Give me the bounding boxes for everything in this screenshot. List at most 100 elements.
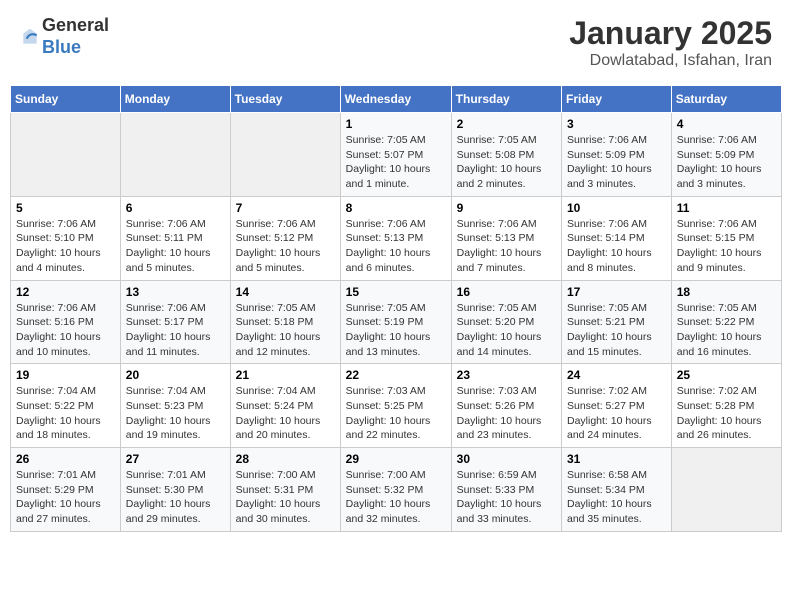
- calendar-title: January 2025: [569, 15, 772, 52]
- calendar-cell: 11Sunrise: 7:06 AM Sunset: 5:15 PM Dayli…: [671, 196, 781, 280]
- day-info: Sunrise: 7:00 AM Sunset: 5:31 PM Dayligh…: [236, 468, 335, 527]
- day-number: 5: [16, 201, 115, 215]
- day-info: Sunrise: 7:06 AM Sunset: 5:11 PM Dayligh…: [126, 217, 225, 276]
- calendar-cell: 5 Sunrise: 7:06 AM Sunset: 5:10 PM Daylig…: [11, 196, 121, 280]
- day-number: 4: [677, 117, 776, 131]
- calendar-cell: 9 Sunrise: 7:06 AM Sunset: 5:13 PM Daylig…: [451, 196, 561, 280]
- calendar-week-row: 1Sunrise: 7:05 AM Sunset: 5:07 PM Daylig…: [11, 113, 782, 197]
- calendar-cell: 18Sunrise: 7:05 AM Sunset: 5:22 PM Dayli…: [671, 280, 781, 364]
- day-info: Sunrise: 7:05 AM Sunset: 5:20 PM Dayligh…: [457, 301, 556, 360]
- calendar-cell: 1Sunrise: 7:05 AM Sunset: 5:07 PM Daylig…: [340, 113, 451, 197]
- day-number: 13: [126, 285, 225, 299]
- day-number: 15: [346, 285, 446, 299]
- calendar-cell: 16 Sunrise: 7:05 AM Sunset: 5:20 PM Dayli…: [451, 280, 561, 364]
- day-info: Sunrise: 7:06 AM Sunset: 5:09 PM Dayligh…: [677, 133, 776, 192]
- day-info: Sunrise: 7:06 AM Sunset: 5:10 PM Dayligh…: [16, 217, 115, 276]
- calendar-cell: 2 Sunrise: 7:05 AM Sunset: 5:08 PM Daylig…: [451, 113, 561, 197]
- day-info: Sunrise: 7:06 AM Sunset: 5:17 PM Dayligh…: [126, 301, 225, 360]
- calendar-cell: 21 Sunrise: 7:04 AM Sunset: 5:24 PM Dayli…: [230, 364, 340, 448]
- day-info: Sunrise: 7:06 AM Sunset: 5:12 PM Dayligh…: [236, 217, 335, 276]
- calendar-cell: [671, 448, 781, 532]
- calendar-cell: 29 Sunrise: 7:00 AM Sunset: 5:32 PM Dayli…: [340, 448, 451, 532]
- calendar-cell: 10 Sunrise: 7:06 AM Sunset: 5:14 PM Dayli…: [562, 196, 672, 280]
- day-number: 2: [457, 117, 556, 131]
- day-number: 27: [126, 452, 225, 466]
- calendar-cell: 20 Sunrise: 7:04 AM Sunset: 5:23 PM Dayli…: [120, 364, 230, 448]
- weekday-header-row: SundayMondayTuesdayWednesdayThursdayFrid…: [11, 86, 782, 113]
- day-number: 3: [567, 117, 666, 131]
- day-info: Sunrise: 7:04 AM Sunset: 5:22 PM Dayligh…: [16, 384, 115, 443]
- calendar-table: SundayMondayTuesdayWednesdayThursdayFrid…: [10, 85, 782, 532]
- calendar-cell: 19 Sunrise: 7:04 AM Sunset: 5:22 PM Dayli…: [11, 364, 121, 448]
- day-info: Sunrise: 7:02 AM Sunset: 5:28 PM Dayligh…: [677, 384, 776, 443]
- calendar-week-row: 12 Sunrise: 7:06 AM Sunset: 5:16 PM Dayli…: [11, 280, 782, 364]
- day-number: 1: [346, 117, 446, 131]
- weekday-header: Monday: [120, 86, 230, 113]
- page-header: General Blue January 2025 Dowlatabad, Is…: [10, 10, 782, 75]
- day-info: Sunrise: 7:05 AM Sunset: 5:08 PM Dayligh…: [457, 133, 556, 192]
- day-number: 22: [346, 368, 446, 382]
- day-info: Sunrise: 7:06 AM Sunset: 5:14 PM Dayligh…: [567, 217, 666, 276]
- calendar-cell: 26 Sunrise: 7:01 AM Sunset: 5:29 PM Dayli…: [11, 448, 121, 532]
- day-info: Sunrise: 7:03 AM Sunset: 5:25 PM Dayligh…: [346, 384, 446, 443]
- day-number: 8: [346, 201, 446, 215]
- calendar-cell: 30Sunrise: 6:59 AM Sunset: 5:33 PM Dayli…: [451, 448, 561, 532]
- calendar-cell: 8 Sunrise: 7:06 AM Sunset: 5:13 PM Daylig…: [340, 196, 451, 280]
- day-number: 25: [677, 368, 776, 382]
- day-number: 7: [236, 201, 335, 215]
- day-info: Sunrise: 7:06 AM Sunset: 5:13 PM Dayligh…: [457, 217, 556, 276]
- day-info: Sunrise: 7:06 AM Sunset: 5:16 PM Dayligh…: [16, 301, 115, 360]
- calendar-cell: 17 Sunrise: 7:05 AM Sunset: 5:21 PM Dayli…: [562, 280, 672, 364]
- day-number: 12: [16, 285, 115, 299]
- calendar-cell: 28Sunrise: 7:00 AM Sunset: 5:31 PM Dayli…: [230, 448, 340, 532]
- day-number: 23: [457, 368, 556, 382]
- calendar-cell: [120, 113, 230, 197]
- calendar-cell: 13 Sunrise: 7:06 AM Sunset: 5:17 PM Dayli…: [120, 280, 230, 364]
- weekday-header: Sunday: [11, 86, 121, 113]
- day-number: 30: [457, 452, 556, 466]
- weekday-header: Friday: [562, 86, 672, 113]
- day-number: 14: [236, 285, 335, 299]
- day-number: 29: [346, 452, 446, 466]
- day-number: 6: [126, 201, 225, 215]
- day-info: Sunrise: 7:01 AM Sunset: 5:29 PM Dayligh…: [16, 468, 115, 527]
- calendar-week-row: 5 Sunrise: 7:06 AM Sunset: 5:10 PM Daylig…: [11, 196, 782, 280]
- calendar-cell: 7 Sunrise: 7:06 AM Sunset: 5:12 PM Daylig…: [230, 196, 340, 280]
- day-number: 16: [457, 285, 556, 299]
- day-number: 20: [126, 368, 225, 382]
- day-number: 10: [567, 201, 666, 215]
- day-info: Sunrise: 7:05 AM Sunset: 5:21 PM Dayligh…: [567, 301, 666, 360]
- day-number: 24: [567, 368, 666, 382]
- calendar-cell: 24 Sunrise: 7:02 AM Sunset: 5:27 PM Dayli…: [562, 364, 672, 448]
- day-number: 17: [567, 285, 666, 299]
- logo-icon: [20, 27, 40, 47]
- day-number: 26: [16, 452, 115, 466]
- weekday-header: Saturday: [671, 86, 781, 113]
- day-info: Sunrise: 6:58 AM Sunset: 5:34 PM Dayligh…: [567, 468, 666, 527]
- calendar-cell: 25 Sunrise: 7:02 AM Sunset: 5:28 PM Dayli…: [671, 364, 781, 448]
- day-info: Sunrise: 7:06 AM Sunset: 5:09 PM Dayligh…: [567, 133, 666, 192]
- weekday-header: Thursday: [451, 86, 561, 113]
- day-info: Sunrise: 7:02 AM Sunset: 5:27 PM Dayligh…: [567, 384, 666, 443]
- day-info: Sunrise: 7:04 AM Sunset: 5:23 PM Dayligh…: [126, 384, 225, 443]
- day-info: Sunrise: 7:05 AM Sunset: 5:19 PM Dayligh…: [346, 301, 446, 360]
- day-number: 31: [567, 452, 666, 466]
- day-number: 21: [236, 368, 335, 382]
- calendar-cell: 3 Sunrise: 7:06 AM Sunset: 5:09 PM Daylig…: [562, 113, 672, 197]
- day-info: Sunrise: 7:05 AM Sunset: 5:18 PM Dayligh…: [236, 301, 335, 360]
- day-info: Sunrise: 7:03 AM Sunset: 5:26 PM Dayligh…: [457, 384, 556, 443]
- logo-blue-text: Blue: [42, 37, 81, 57]
- day-info: Sunrise: 7:05 AM Sunset: 5:22 PM Dayligh…: [677, 301, 776, 360]
- calendar-cell: 15 Sunrise: 7:05 AM Sunset: 5:19 PM Dayli…: [340, 280, 451, 364]
- day-info: Sunrise: 7:04 AM Sunset: 5:24 PM Dayligh…: [236, 384, 335, 443]
- calendar-cell: 31 Sunrise: 6:58 AM Sunset: 5:34 PM Dayli…: [562, 448, 672, 532]
- calendar-cell: 12 Sunrise: 7:06 AM Sunset: 5:16 PM Dayli…: [11, 280, 121, 364]
- day-info: Sunrise: 7:00 AM Sunset: 5:32 PM Dayligh…: [346, 468, 446, 527]
- day-number: 9: [457, 201, 556, 215]
- day-number: 19: [16, 368, 115, 382]
- day-info: Sunrise: 7:06 AM Sunset: 5:13 PM Dayligh…: [346, 217, 446, 276]
- logo: General Blue: [20, 15, 109, 58]
- calendar-cell: [11, 113, 121, 197]
- day-info: Sunrise: 7:01 AM Sunset: 5:30 PM Dayligh…: [126, 468, 225, 527]
- calendar-week-row: 19 Sunrise: 7:04 AM Sunset: 5:22 PM Dayli…: [11, 364, 782, 448]
